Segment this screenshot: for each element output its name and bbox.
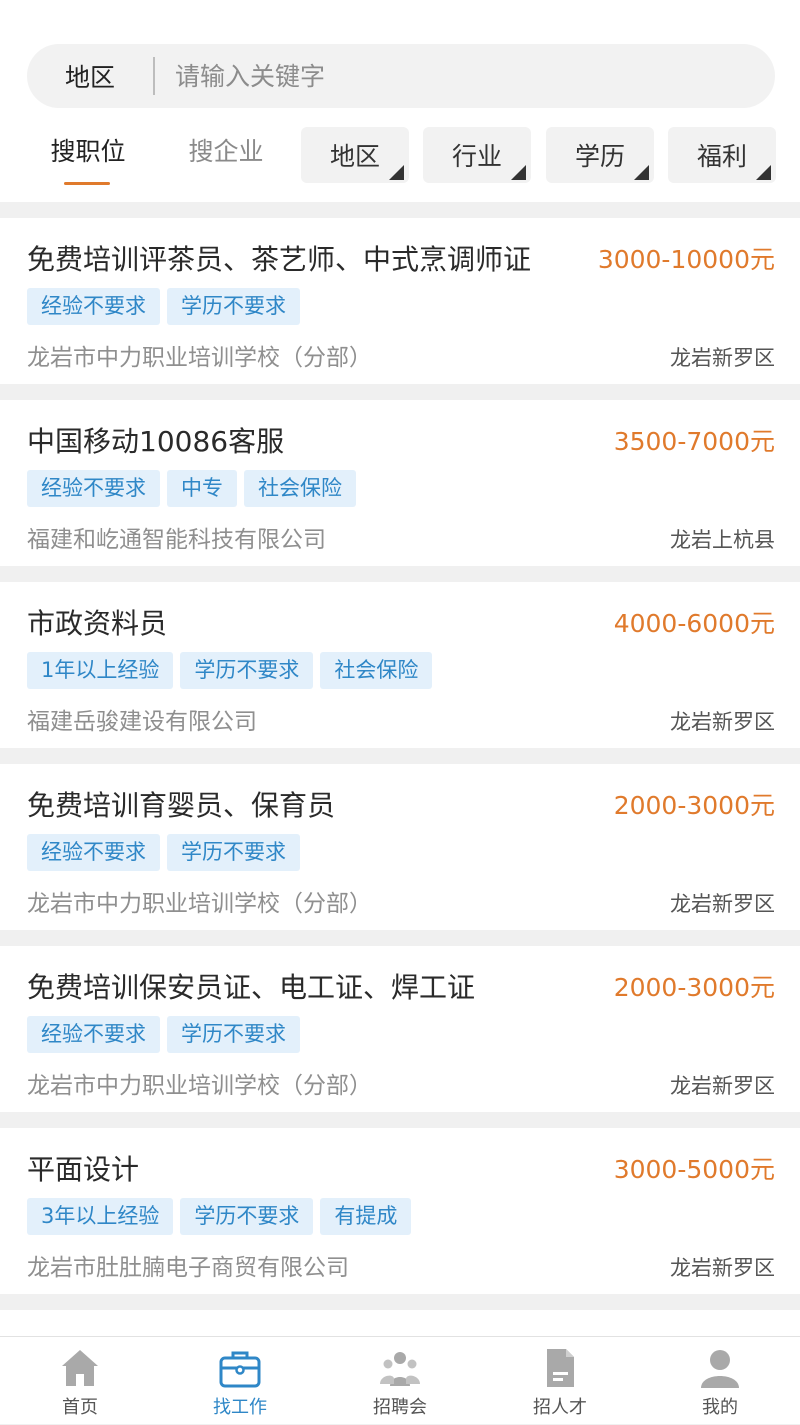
job-tags: 经验不要求 中专 社会保险 xyxy=(27,470,363,507)
filter-benefits[interactable]: 福利 xyxy=(668,127,776,183)
company-name: 福建和屹通智能科技有限公司 xyxy=(27,527,326,553)
job-tag: 学历不要求 xyxy=(180,652,314,689)
job-location: 龙岩新罗区 xyxy=(670,710,775,734)
header: 地区 搜职位 搜企业 地区 行业 学历 福利 xyxy=(0,0,800,202)
job-tags: 经验不要求 学历不要求 xyxy=(27,1016,307,1053)
job-tag: 有提成 xyxy=(320,1198,412,1235)
job-salary: 2000-3000元 xyxy=(613,791,775,820)
job-location: 龙岩新罗区 xyxy=(670,346,775,370)
job-location: 龙岩新罗区 xyxy=(670,1256,775,1280)
job-title: 中国移动10086客服 xyxy=(27,425,285,458)
job-tag: 学历不要求 xyxy=(167,1016,300,1053)
bottom-tab-bar: 首页 找工作 招聘会 招人才 我的 xyxy=(0,1336,800,1424)
company-name: 龙岩市肚肚腩电子商贸有限公司 xyxy=(27,1255,349,1281)
job-tag: 经验不要求 xyxy=(27,288,160,325)
tab-label: 招聘会 xyxy=(373,1397,427,1418)
dropdown-corner-icon xyxy=(634,165,649,180)
job-title: 免费培训评茶员、茶艺师、中式烹调师证 xyxy=(27,243,532,276)
filter-label: 福利 xyxy=(696,142,747,171)
dropdown-corner-icon xyxy=(389,165,404,180)
tab-recruit[interactable]: 招人才 xyxy=(480,1337,640,1425)
filter-label: 地区 xyxy=(329,142,380,171)
job-tag: 社会保险 xyxy=(320,652,433,689)
tab-search-jobs[interactable]: 搜职位 xyxy=(42,132,134,178)
job-salary: 3000-10000元 xyxy=(597,245,775,274)
job-tags: 1年以上经验 学历不要求 社会保险 xyxy=(27,652,439,689)
tab-label: 首页 xyxy=(62,1397,98,1418)
tab-label: 我的 xyxy=(702,1397,738,1418)
job-location: 龙岩新罗区 xyxy=(670,892,775,916)
job-list: 免费培训评茶员、茶艺师、中式烹调师证 3000-10000元 经验不要求 学历不… xyxy=(0,218,800,1370)
job-tag: 3年以上经验 xyxy=(27,1198,174,1235)
job-card[interactable]: 免费培训保安员证、电工证、焊工证 2000-3000元 经验不要求 学历不要求 … xyxy=(0,946,800,1112)
job-tags: 经验不要求 学历不要求 xyxy=(27,834,307,871)
job-salary: 2000-3000元 xyxy=(613,973,775,1002)
job-tag: 社会保险 xyxy=(244,470,356,507)
tab-search-companies[interactable]: 搜企业 xyxy=(180,132,272,178)
job-card[interactable]: 免费培训育婴员、保育员 2000-3000元 经验不要求 学历不要求 龙岩市中力… xyxy=(0,764,800,930)
company-name: 福建岳骏建设有限公司 xyxy=(27,709,257,735)
job-salary: 3000-5000元 xyxy=(613,1155,775,1184)
home-icon xyxy=(62,1350,98,1386)
tab-job-fair[interactable]: 招聘会 xyxy=(320,1337,480,1425)
job-tag: 学历不要求 xyxy=(167,288,300,325)
company-name: 龙岩市中力职业培训学校（分部） xyxy=(27,1073,372,1099)
tab-mine[interactable]: 我的 xyxy=(640,1337,800,1425)
active-tab-indicator xyxy=(64,182,110,185)
job-tag: 学历不要求 xyxy=(167,834,300,871)
briefcase-icon xyxy=(219,1351,261,1388)
filter-label: 学历 xyxy=(574,142,625,171)
tab-label: 找工作 xyxy=(213,1397,267,1418)
search-input[interactable] xyxy=(155,46,715,106)
company-name: 龙岩市中力职业培训学校（分部） xyxy=(27,345,372,371)
tab-label: 招人才 xyxy=(533,1397,587,1418)
job-location: 龙岩上杭县 xyxy=(670,528,775,552)
job-salary: 4000-6000元 xyxy=(613,609,775,638)
user-icon xyxy=(701,1350,739,1388)
job-title: 免费培训育婴员、保育员 xyxy=(27,789,336,822)
job-tag: 经验不要求 xyxy=(27,470,160,507)
job-card[interactable]: 市政资料员 4000-6000元 1年以上经验 学历不要求 社会保险 福建岳骏建… xyxy=(0,582,800,748)
tab-find-job[interactable]: 找工作 xyxy=(160,1337,320,1425)
job-card[interactable]: 免费培训评茶员、茶艺师、中式烹调师证 3000-10000元 经验不要求 学历不… xyxy=(0,218,800,384)
job-tag: 学历不要求 xyxy=(180,1198,314,1235)
job-tag: 中专 xyxy=(167,470,237,507)
company-name: 龙岩市中力职业培训学校（分部） xyxy=(27,891,372,917)
filter-education[interactable]: 学历 xyxy=(546,127,654,183)
job-location: 龙岩新罗区 xyxy=(670,1074,775,1098)
job-card[interactable]: 中国移动10086客服 3500-7000元 经验不要求 中专 社会保险 福建和… xyxy=(0,400,800,566)
job-salary: 3500-7000元 xyxy=(613,427,775,456)
tab-home[interactable]: 首页 xyxy=(0,1337,160,1425)
job-title: 市政资料员 xyxy=(27,607,168,640)
filter-region[interactable]: 地区 xyxy=(301,127,409,183)
dropdown-corner-icon xyxy=(511,165,526,180)
job-tag: 经验不要求 xyxy=(27,1016,160,1053)
job-title: 免费培训保安员证、电工证、焊工证 xyxy=(27,971,476,1004)
job-fair-icon xyxy=(380,1352,420,1386)
job-tags: 经验不要求 学历不要求 xyxy=(27,288,307,325)
filter-label: 行业 xyxy=(451,142,502,171)
search-bar: 地区 xyxy=(27,44,775,108)
region-selector[interactable]: 地区 xyxy=(27,58,153,94)
job-tag: 经验不要求 xyxy=(27,834,160,871)
document-icon xyxy=(547,1349,574,1387)
job-tags: 3年以上经验 学历不要求 有提成 xyxy=(27,1198,418,1235)
job-title: 平面设计 xyxy=(27,1153,140,1186)
dropdown-corner-icon xyxy=(756,165,771,180)
job-card[interactable]: 平面设计 3000-5000元 3年以上经验 学历不要求 有提成 龙岩市肚肚腩电… xyxy=(0,1128,800,1294)
job-tag: 1年以上经验 xyxy=(27,652,174,689)
filter-industry[interactable]: 行业 xyxy=(423,127,531,183)
